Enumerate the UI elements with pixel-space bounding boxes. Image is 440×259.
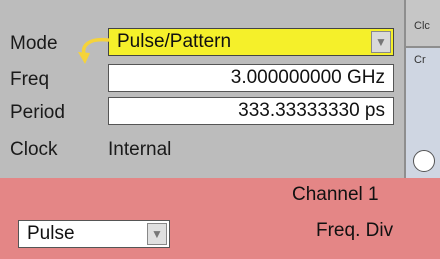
period-value: 333.33333330 ps bbox=[238, 100, 385, 121]
clock-label: Clock bbox=[10, 139, 58, 160]
clock-value: Internal bbox=[108, 139, 172, 160]
chevron-down-icon[interactable]: ▼ bbox=[147, 223, 167, 245]
freq-label: Freq bbox=[10, 69, 50, 90]
chevron-down-icon[interactable]: ▼ bbox=[371, 31, 391, 53]
right-panel-mid-text: Cr bbox=[414, 54, 426, 66]
channel-type-value: Pulse bbox=[27, 223, 75, 244]
period-field[interactable]: 333.33333330 ps bbox=[108, 97, 394, 125]
channel-title: Channel 1 bbox=[292, 184, 379, 205]
right-panel-top-text: Clc bbox=[414, 20, 430, 32]
mode-select-value: Pulse/Pattern bbox=[117, 31, 232, 52]
settings-panel: Mode Pulse/Pattern ▼ Freq 3.000000000 GH… bbox=[0, 0, 440, 259]
channel-type-select[interactable]: Pulse ▼ bbox=[18, 220, 170, 248]
freq-value: 3.000000000 GHz bbox=[230, 67, 385, 88]
channel-panel: Channel 1 Pulse ▼ Freq. Div bbox=[0, 178, 440, 259]
period-label: Period bbox=[10, 102, 65, 123]
freq-field[interactable]: 3.000000000 GHz bbox=[108, 64, 394, 92]
mode-label: Mode bbox=[10, 33, 58, 54]
mode-select[interactable]: Pulse/Pattern ▼ bbox=[108, 28, 394, 56]
radio-button[interactable] bbox=[413, 150, 435, 172]
freq-div-label: Freq. Div bbox=[316, 220, 394, 241]
